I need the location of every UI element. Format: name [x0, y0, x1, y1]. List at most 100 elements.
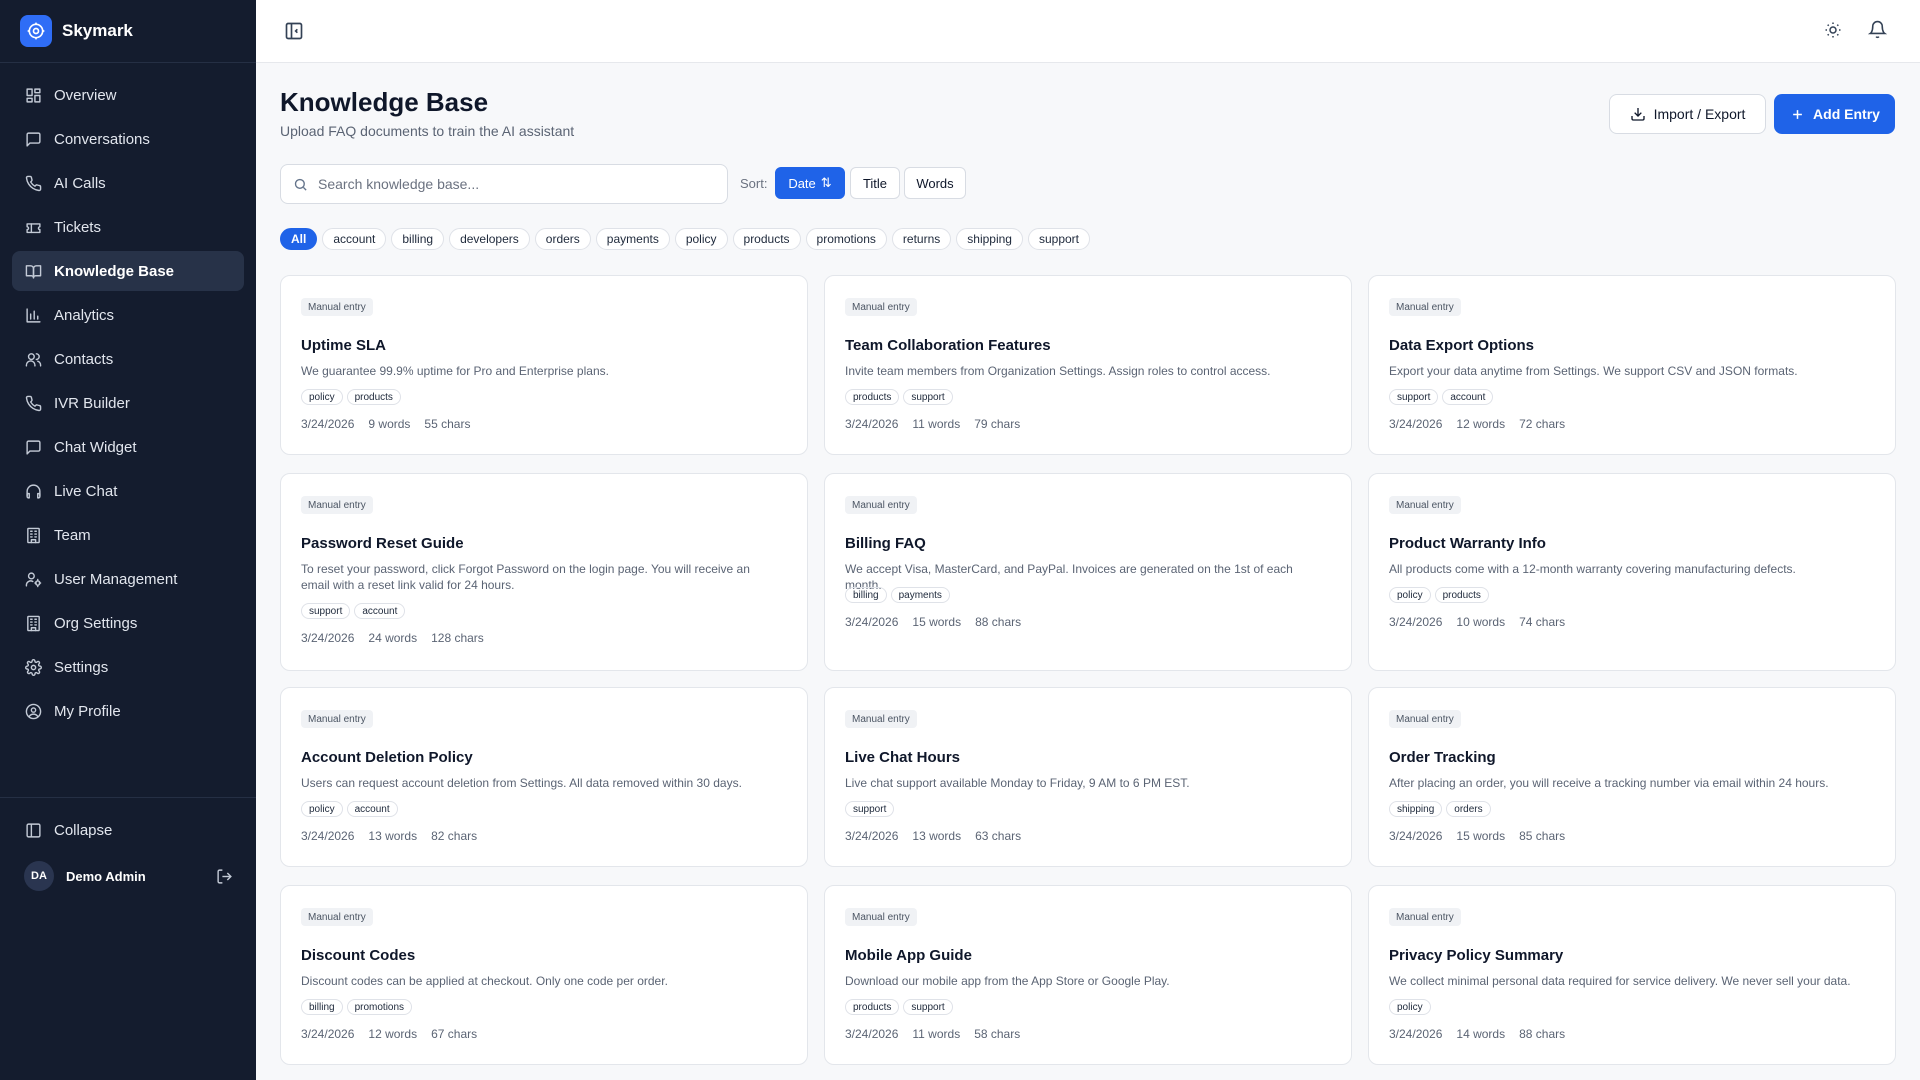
category-chip-products[interactable]: products: [732, 228, 801, 250]
sidebar-item-label: User Management: [54, 570, 178, 588]
sidebar-item-user-management[interactable]: User Management: [12, 559, 244, 599]
sidebar-item-ai-calls[interactable]: AI Calls: [12, 163, 244, 203]
category-chip-payments[interactable]: payments: [595, 228, 670, 250]
entry-title: Uptime SLA: [301, 337, 387, 354]
tag-badge: policy: [301, 389, 343, 405]
bell-icon[interactable]: [1867, 20, 1890, 42]
entry-tags: billing promotions: [301, 999, 416, 1015]
brand: Skymark: [0, 0, 256, 63]
sidebar: Skymark Overview Conversations AI Calls Tic…: [0, 0, 256, 1080]
entry-date: 3/24/2026: [301, 829, 355, 843]
entry-word-count: 13 words: [368, 829, 418, 843]
user-circle-icon: [24, 702, 42, 720]
entry-word-count: 11 words: [912, 1027, 961, 1041]
category-chip-account[interactable]: account: [322, 228, 387, 250]
grid-icon: [24, 86, 42, 104]
entry-meta: 3/24/2026 15 words 88 chars: [845, 615, 1035, 629]
entry-word-count: 24 words: [368, 631, 418, 645]
sidebar-item-knowledge-base[interactable]: Knowledge Base: [12, 251, 244, 291]
category-chip-shipping[interactable]: shipping: [956, 228, 1023, 250]
collapse-button[interactable]: Collapse: [12, 810, 244, 850]
sidebar-item-contacts[interactable]: Contacts: [12, 339, 244, 379]
sidebar-item-my-profile[interactable]: My Profile: [12, 691, 244, 731]
page-subtitle: Upload FAQ documents to train the AI ass…: [280, 123, 575, 139]
sidebar-item-analytics[interactable]: Analytics: [12, 295, 244, 335]
ticket-icon: [24, 218, 42, 236]
category-chip-orders[interactable]: orders: [534, 228, 591, 250]
sidebar-item-label: Overview: [54, 86, 117, 104]
avatar: DA: [24, 861, 54, 891]
source-badge: Manual entry: [301, 496, 373, 514]
entry-meta: 3/24/2026 11 words 58 chars: [845, 1027, 1034, 1041]
tag-badge: support: [845, 801, 895, 817]
kb-entry-card[interactable]: Manual entry Team Collaboration Features I…: [824, 275, 1352, 455]
source-badge: Manual entry: [1389, 298, 1461, 316]
tag-badge: support: [903, 389, 953, 405]
message-square-icon: [24, 130, 42, 148]
kb-entry-card[interactable]: Manual entry Mobile App Guide Download our…: [824, 885, 1352, 1065]
page-title: Knowledge Base: [280, 87, 489, 117]
import-export-button[interactable]: Import / Export: [1609, 94, 1766, 134]
entry-tags: products support: [845, 389, 957, 405]
search-input[interactable]: [318, 176, 698, 192]
category-chip-policy[interactable]: policy: [674, 228, 728, 250]
entry-char-count: 79 chars: [974, 417, 1021, 431]
sidebar-toggle-icon[interactable]: [284, 21, 306, 43]
sidebar-item-ivr-builder[interactable]: IVR Builder: [12, 383, 244, 423]
category-chip-all[interactable]: All: [280, 228, 318, 250]
source-badge: Manual entry: [301, 298, 373, 316]
kb-entry-card[interactable]: Manual entry Product Warranty Info All pro…: [1368, 473, 1896, 671]
theme-toggle-icon[interactable]: [1824, 21, 1846, 43]
entry-meta: 3/24/2026 13 words 82 chars: [301, 829, 491, 843]
entry-char-count: 74 chars: [1519, 615, 1566, 629]
kb-entry-card[interactable]: Manual entry Account Deletion Policy Users…: [280, 687, 808, 867]
category-chip-developers[interactable]: developers: [449, 228, 530, 250]
tag-badge: policy: [1389, 999, 1431, 1015]
category-chip-promotions[interactable]: promotions: [805, 228, 887, 250]
kb-entry-card[interactable]: Manual entry Uptime SLA We guarantee 99.9%…: [280, 275, 808, 455]
sort-label: Sort:: [740, 176, 768, 191]
sidebar-item-team[interactable]: Team: [12, 515, 244, 555]
entry-description: All products come with a 12-month warran…: [1389, 562, 1796, 576]
entry-tags: support: [845, 801, 898, 817]
kb-entry-card[interactable]: Manual entry Privacy Policy Summary We col…: [1368, 885, 1896, 1065]
kb-entry-card[interactable]: Manual entry Password Reset Guide To reset…: [280, 473, 808, 671]
tag-badge: payments: [890, 587, 950, 603]
entry-date: 3/24/2026: [845, 1027, 899, 1041]
sidebar-item-chat-widget[interactable]: Chat Widget: [12, 427, 244, 467]
sidebar-item-org-settings[interactable]: Org Settings: [12, 603, 244, 643]
entry-word-count: 12 words: [1456, 417, 1506, 431]
kb-entry-card[interactable]: Manual entry Discount Codes Discount codes…: [280, 885, 808, 1065]
sidebar-item-label: Org Settings: [54, 614, 138, 632]
entry-meta: 3/24/2026 15 words 85 chars: [1389, 829, 1579, 843]
entry-title: Discount Codes: [301, 947, 416, 964]
entry-description: Users can request account deletion from …: [301, 776, 742, 790]
category-chip-returns[interactable]: returns: [891, 228, 952, 250]
entry-date: 3/24/2026: [845, 417, 899, 431]
kb-entry-card[interactable]: Manual entry Data Export Options Export yo…: [1368, 275, 1896, 455]
sidebar-item-conversations[interactable]: Conversations: [12, 119, 244, 159]
sidebar-item-label: AI Calls: [54, 174, 106, 192]
sidebar-item-settings[interactable]: Settings: [12, 647, 244, 687]
entry-description: We collect minimal personal data require…: [1389, 974, 1851, 988]
logout-icon[interactable]: [214, 866, 234, 886]
category-chip-billing[interactable]: billing: [391, 228, 445, 250]
sort-title-button[interactable]: Title: [850, 167, 900, 199]
entry-char-count: 82 chars: [431, 829, 478, 843]
add-entry-button[interactable]: Add Entry: [1774, 94, 1895, 134]
kb-entry-card[interactable]: Manual entry Billing FAQ We accept Visa, M…: [824, 473, 1352, 671]
kb-entry-card[interactable]: Manual entry Live Chat Hours Live chat sup…: [824, 687, 1352, 867]
kb-entry-card[interactable]: Manual entry Order Tracking After placing …: [1368, 687, 1896, 867]
tag-badge: support: [301, 603, 351, 619]
entry-title: Account Deletion Policy: [301, 749, 473, 766]
sort-words-button[interactable]: Words: [904, 167, 966, 199]
entry-title: Order Tracking: [1389, 749, 1496, 766]
entry-date: 3/24/2026: [845, 829, 899, 843]
category-chip-support[interactable]: support: [1027, 228, 1091, 250]
sidebar-item-live-chat[interactable]: Live Chat: [12, 471, 244, 511]
add-entry-label: Add Entry: [1813, 106, 1880, 122]
sort-date-button[interactable]: Date ⇅: [775, 167, 845, 199]
entry-meta: 3/24/2026 10 words 74 chars: [1389, 615, 1579, 629]
sidebar-item-tickets[interactable]: Tickets: [12, 207, 244, 247]
sidebar-item-overview[interactable]: Overview: [12, 75, 244, 115]
